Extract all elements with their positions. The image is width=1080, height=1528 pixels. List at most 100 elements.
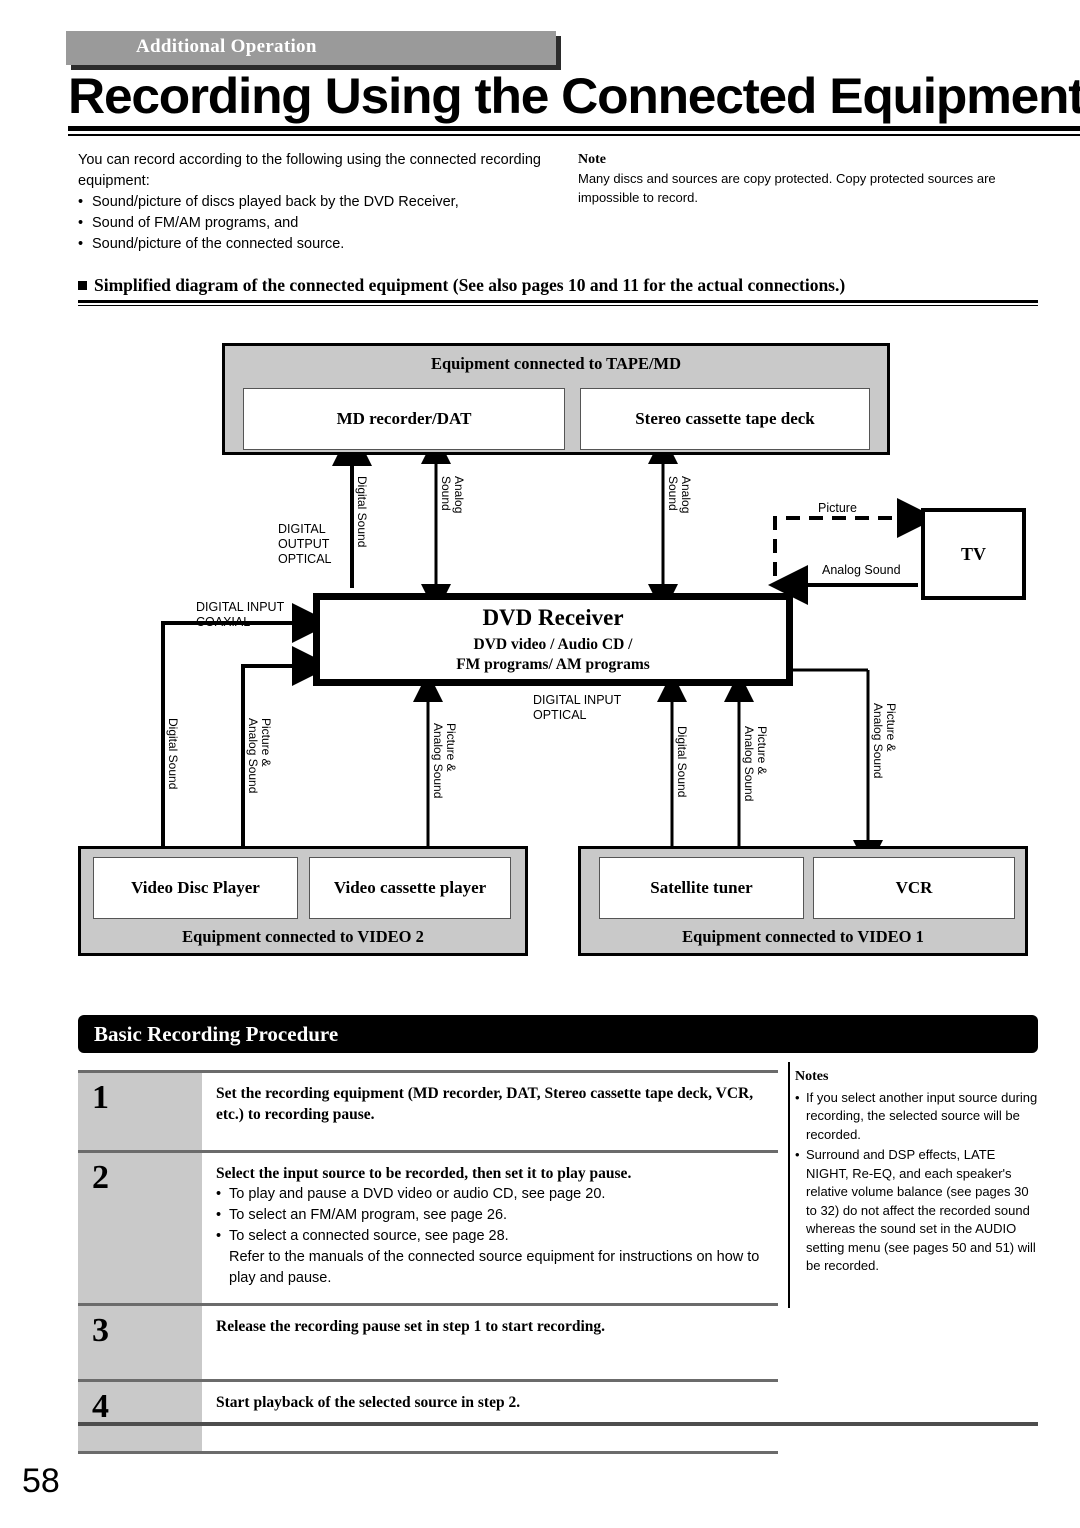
device-cassette-deck: Stereo cassette tape deck xyxy=(580,388,870,450)
tape-md-group-title: Equipment connected to TAPE/MD xyxy=(430,354,682,373)
footer-rule xyxy=(78,1422,1038,1426)
page-header: Additional Operation Recording Using the… xyxy=(0,0,1080,140)
label-digital-sound-md: Digital Sound xyxy=(355,476,369,548)
label-digital-sound-sat: Digital Sound xyxy=(675,726,689,798)
step-2-heading: Select the input source to be recorded, … xyxy=(216,1165,632,1182)
label-analog-sound-tv: Analog Sound xyxy=(822,563,901,577)
receiver-sub-line1: DVD video / Audio CD / xyxy=(473,636,633,653)
step-2-bullet-2-text: To select an FM/AM program, see page 26. xyxy=(229,1207,508,1223)
intro-bullet-1-text: Sound/picture of discs played back by th… xyxy=(92,194,459,210)
step-4-heading: Start playback of the selected source in… xyxy=(216,1394,521,1411)
bottom-note-1: • If you select another input source dur… xyxy=(795,1089,1040,1145)
device-vcr-label: VCR xyxy=(895,878,933,897)
step-4-number: 4 xyxy=(78,1382,202,1451)
step-2-bullet-3: • To select a connected source, see page… xyxy=(216,1226,770,1247)
video1-group-title: Equipment connected to VIDEO 1 xyxy=(682,927,924,946)
procedure-steps: 1 Set the recording equipment (MD record… xyxy=(78,1070,778,1451)
notes-column-divider xyxy=(788,1062,790,1308)
label-analog-sound-md: Analog Sound xyxy=(439,476,466,514)
title-rule-thin xyxy=(68,134,1080,136)
device-tv: TV xyxy=(921,508,1026,600)
step-3-number: 3 xyxy=(78,1306,202,1379)
bullet-glyph: • xyxy=(795,1147,800,1162)
procedure-title: Basic Recording Procedure xyxy=(94,1022,339,1046)
intro-text-block: You can record according to the followin… xyxy=(78,150,548,255)
intro-lead: You can record according to the followin… xyxy=(78,152,541,189)
device-video-disc-player-label: Video Disc Player xyxy=(131,878,260,897)
device-video-cassette-player: Video cassette player xyxy=(309,857,511,919)
label-picture-analog-vcr: Picture & Analog Sound xyxy=(871,703,898,779)
label-picture-analog-vdp: Picture & Analog Sound xyxy=(246,718,273,794)
bullet-glyph: • xyxy=(216,1186,222,1202)
device-md-recorder-label: MD recorder/DAT xyxy=(336,409,472,428)
bullet-glyph: • xyxy=(78,236,84,252)
label-picture-tv: Picture xyxy=(818,501,857,515)
video1-group: Satellite tuner VCR Equipment connected … xyxy=(578,846,1028,956)
bottom-note-1-text: If you select another input source durin… xyxy=(806,1089,1038,1142)
connection-diagram: Equipment connected to TAPE/MD MD record… xyxy=(0,318,1080,968)
device-video-disc-player: Video Disc Player xyxy=(93,857,298,919)
device-video-cassette-player-label: Video cassette player xyxy=(333,878,487,897)
device-vcr: VCR xyxy=(813,857,1015,919)
square-bullet-icon xyxy=(78,281,87,290)
bullet-glyph: • xyxy=(78,215,84,231)
device-satellite-tuner: Satellite tuner xyxy=(599,857,804,919)
intro-bullet-3: • Sound/picture of the connected source. xyxy=(78,234,548,255)
label-picture-analog-vcp: Picture & Analog Sound xyxy=(431,723,458,799)
bullet-glyph: • xyxy=(78,194,84,210)
receiver-sub-line2: FM programs/ AM programs xyxy=(456,656,650,673)
bullet-glyph: • xyxy=(216,1228,222,1244)
video2-group-title: Equipment connected to VIDEO 2 xyxy=(182,927,424,946)
tape-md-group: Equipment connected to TAPE/MD MD record… xyxy=(222,343,890,455)
device-cassette-deck-label: Stereo cassette tape deck xyxy=(635,409,815,428)
top-note-heading: Note xyxy=(578,152,606,167)
category-tab-label: Additional Operation xyxy=(136,36,317,57)
intro-bullet-2-text: Sound of FM/AM programs, and xyxy=(92,215,299,231)
step-2-subtext: Refer to the manuals of the connected so… xyxy=(229,1249,760,1286)
section-rule-thick xyxy=(78,300,1038,303)
bottom-note-2-text: Surround and DSP effects, LATE NIGHT, Re… xyxy=(806,1147,1036,1273)
title-rule-thick xyxy=(68,126,1080,131)
step-1-number: 1 xyxy=(78,1073,202,1150)
device-md-recorder: MD recorder/DAT xyxy=(243,388,565,450)
step-2-bullet-2: • To select an FM/AM program, see page 2… xyxy=(216,1205,770,1226)
port-digital-input-coaxial: DIGITAL INPUT COAXIAL xyxy=(196,600,285,629)
procedure-step-2: 2 Select the input source to be recorded… xyxy=(78,1150,778,1303)
step-1-heading: Set the recording equipment (MD recorder… xyxy=(216,1085,754,1123)
bottom-notes-heading: Notes xyxy=(795,1069,829,1084)
label-digital-sound-vdp: Digital Sound xyxy=(166,718,180,790)
procedure-step-4: 4 Start playback of the selected source … xyxy=(78,1379,778,1451)
port-digital-input-optical: DIGITAL INPUT OPTICAL xyxy=(533,693,622,722)
device-dvd-receiver-label: DVD Receiver xyxy=(482,605,624,630)
port-digital-output-optical: DIGITAL OUTPUT OPTICAL xyxy=(278,522,332,566)
video2-group: Video Disc Player Video cassette player … xyxy=(78,846,528,956)
intro-bullet-3-text: Sound/picture of the connected source. xyxy=(92,236,345,252)
top-note-block: Note Many discs and sources are copy pro… xyxy=(578,150,1038,207)
diagram-section-heading-text: Simplified diagram of the connected equi… xyxy=(94,275,846,295)
procedure-step-1: 1 Set the recording equipment (MD record… xyxy=(78,1070,778,1150)
procedure-title-bar: Basic Recording Procedure xyxy=(78,1015,1038,1053)
diagram-section-heading: Simplified diagram of the connected equi… xyxy=(78,275,1038,296)
label-picture-analog-sat: Picture & Analog Sound xyxy=(742,726,769,802)
label-analog-sound-deck: Analog Sound xyxy=(666,476,693,514)
step-2-bullet-1: • To play and pause a DVD video or audio… xyxy=(216,1184,770,1205)
bullet-glyph: • xyxy=(795,1089,800,1105)
step-2-bullet-1-text: To play and pause a DVD video or audio C… xyxy=(229,1186,606,1202)
bottom-note-2: • Surround and DSP effects, LATE NIGHT, … xyxy=(795,1146,1040,1276)
intro-bullet-1: • Sound/picture of discs played back by … xyxy=(78,192,548,213)
bullet-glyph: • xyxy=(216,1207,222,1223)
steps-bottom-rule xyxy=(78,1451,778,1454)
device-tv-label: TV xyxy=(960,543,986,564)
page-number: 58 xyxy=(22,1462,60,1500)
page-title: Recording Using the Connected Equipment xyxy=(68,68,1080,124)
step-2-bullet-3-text: To select a connected source, see page 2… xyxy=(229,1228,509,1244)
intro-bullet-2: • Sound of FM/AM programs, and xyxy=(78,213,548,234)
procedure-step-3: 3 Release the recording pause set in ste… xyxy=(78,1303,778,1379)
step-2-number: 2 xyxy=(78,1153,202,1303)
bottom-notes-block: Notes • If you select another input sour… xyxy=(795,1068,1040,1276)
top-note-text: Many discs and sources are copy protecte… xyxy=(578,171,996,205)
device-dvd-receiver: DVD Receiver DVD video / Audio CD / FM p… xyxy=(313,593,793,686)
section-rule-thin xyxy=(78,305,1038,306)
step-3-heading: Release the recording pause set in step … xyxy=(216,1318,606,1335)
device-satellite-tuner-label: Satellite tuner xyxy=(650,878,753,897)
